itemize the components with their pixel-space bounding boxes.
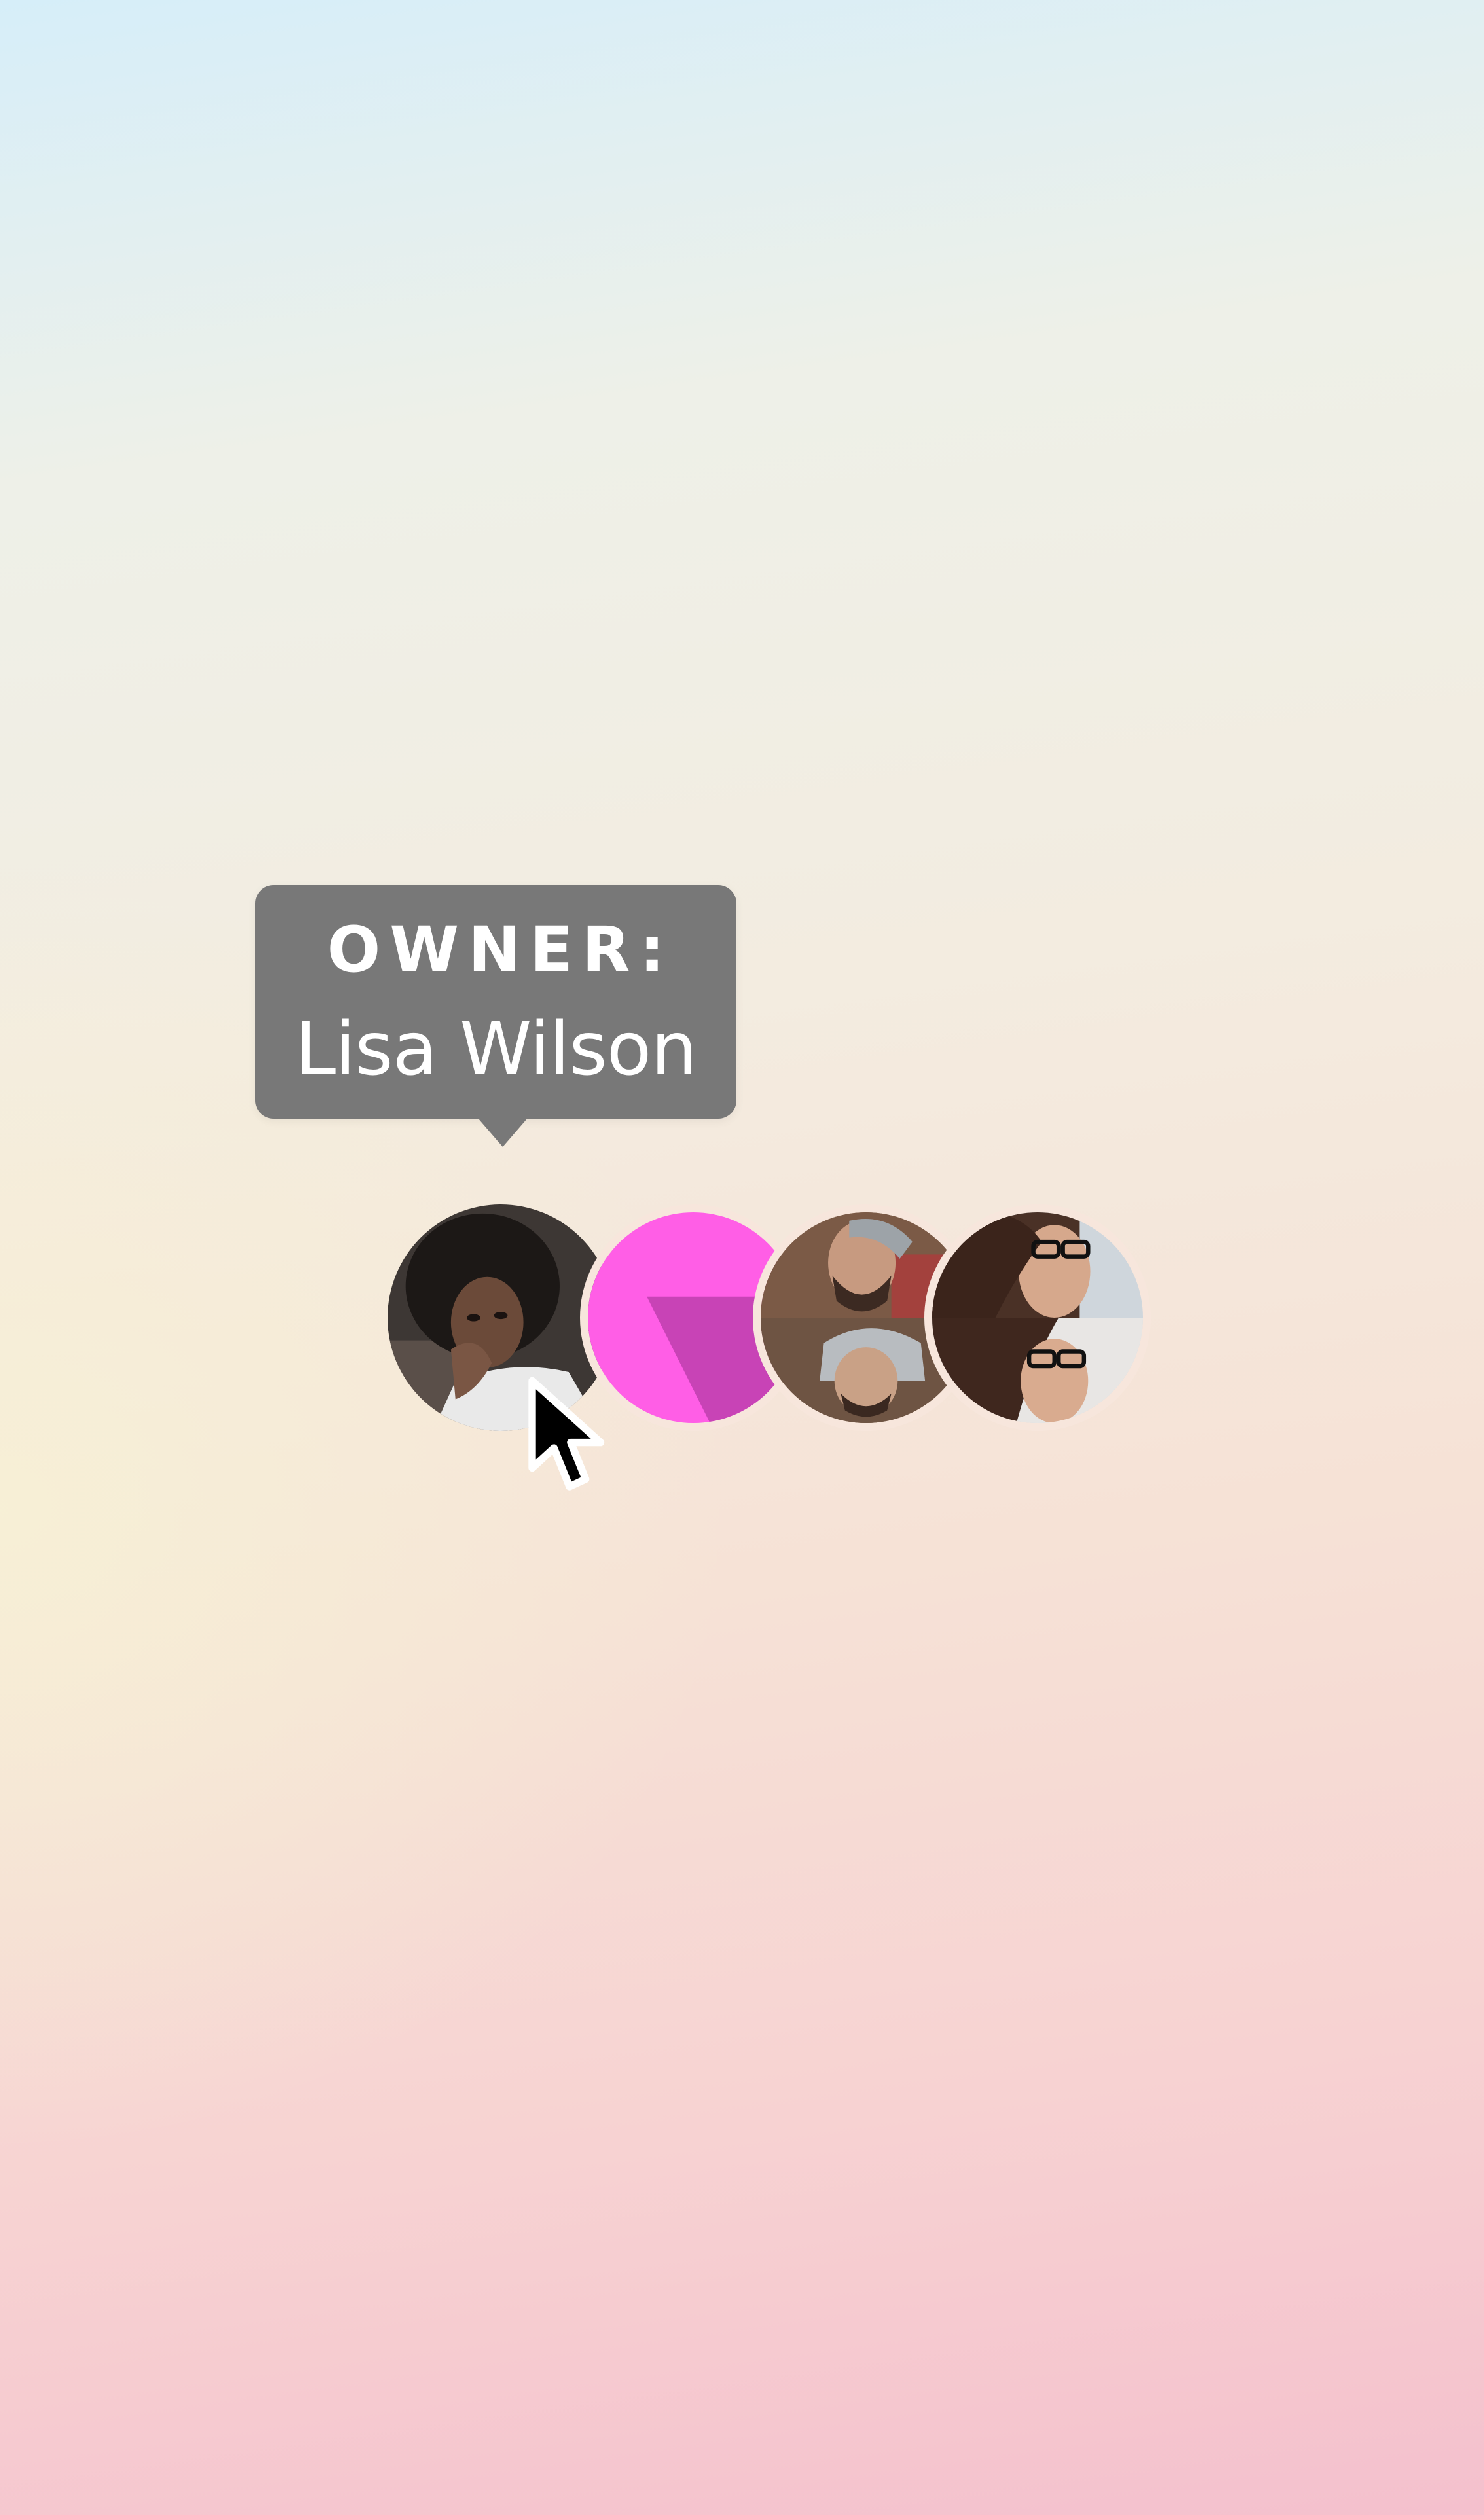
members-photo-icon xyxy=(932,1212,1143,1423)
owner-tooltip: OWNER: Lisa Wilson xyxy=(255,885,736,1119)
tooltip-owner-label: OWNER: xyxy=(327,913,674,986)
tooltip-owner-name: Lisa Wilson xyxy=(295,1006,697,1092)
member-group-avatar[interactable] xyxy=(924,1204,1151,1431)
arrow-pointer-icon xyxy=(528,1377,605,1491)
tooltip-pointer xyxy=(478,1118,528,1147)
